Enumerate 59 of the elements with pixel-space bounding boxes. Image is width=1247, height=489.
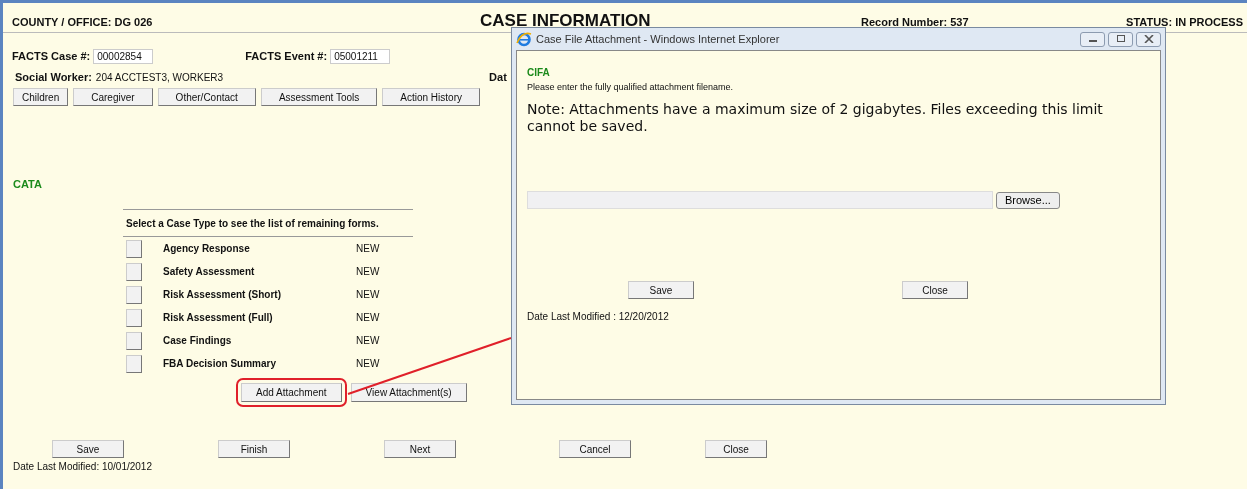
form-name: Risk Assessment (Short)	[163, 289, 282, 300]
form-name: FBA Decision Summary	[163, 358, 277, 369]
dialog-button[interactable]: Save	[628, 281, 694, 299]
form-status: NEW	[356, 335, 380, 346]
form-name: Agency Response	[163, 243, 251, 254]
nav-button[interactable]: Action History	[382, 88, 480, 106]
social-worker-name: 204 ACCTEST3, WORKER3	[95, 71, 224, 83]
select-button[interactable]	[126, 262, 142, 281]
field-label: Social Worker:	[15, 71, 92, 83]
field-label: Dat	[489, 71, 507, 83]
attachment-button[interactable]: View Attachment(s)	[350, 383, 467, 402]
date-modified: Date Last Modified : 12/20/2012	[527, 310, 670, 322]
select-button[interactable]	[126, 239, 142, 258]
note-text: Note: Attachments have a maximum size of 2 gigabytes. Files exceeding this limit cannot be saved.	[527, 100, 1104, 135]
action-button[interactable]: Next	[384, 440, 456, 458]
browse-button[interactable]: Browse...	[996, 191, 1060, 209]
nav-button[interactable]: Children	[13, 88, 69, 106]
date-modified: Date Last Modified: 10/01/2012	[12, 460, 153, 472]
nav-button[interactable]: Assessment Tools	[260, 88, 378, 106]
instruction-text: Please enter the fully qualified attachment filename.	[527, 81, 735, 92]
action-button[interactable]: Finish	[218, 440, 290, 458]
instructions-text: Select a Case Type to see the list of remaining forms.	[123, 210, 413, 237]
action-button[interactable]: Close	[705, 440, 767, 458]
field-label: FACTS Case #:	[12, 50, 91, 62]
section-label: CATA	[13, 178, 42, 190]
form-name: Safety Assessment	[163, 266, 256, 277]
record-number: Record Number: 537	[861, 16, 970, 28]
form-status: NEW	[356, 289, 380, 300]
action-button[interactable]: Save	[52, 440, 124, 458]
window-title: Case File Attachment - Windows Internet Explorer	[536, 33, 780, 45]
minimize-button[interactable]	[1080, 31, 1105, 47]
action-button[interactable]: Cancel	[559, 440, 631, 458]
form-name: Risk Assessment (Full)	[163, 312, 274, 323]
attachment-button[interactable]: Add Attachment	[241, 383, 342, 402]
form-status: NEW	[356, 243, 380, 254]
section-label: CIFA	[527, 66, 551, 78]
close-button[interactable]	[1136, 31, 1161, 47]
input-field[interactable]: 00002854	[93, 48, 154, 64]
form-name: Case Findings	[163, 335, 233, 346]
field-label: FACTS Event #:	[245, 50, 328, 62]
close-icon	[1143, 35, 1154, 43]
maximize-button[interactable]	[1108, 31, 1133, 47]
dialog-button[interactable]: Close	[902, 281, 968, 299]
file-path-field[interactable]	[527, 191, 993, 209]
county-office: COUNTY / OFFICE: DG 026	[12, 16, 154, 28]
select-button[interactable]	[126, 354, 142, 373]
status-label: STATUS: IN PROCESS	[1126, 16, 1243, 28]
select-button[interactable]	[126, 331, 142, 350]
nav-button[interactable]: Other/Contact	[157, 88, 256, 106]
select-button[interactable]	[126, 308, 142, 327]
select-button[interactable]	[126, 285, 142, 304]
nav-button[interactable]: Caregiver	[73, 88, 153, 106]
input-field[interactable]: 05001211	[330, 48, 391, 64]
form-status: NEW	[356, 312, 380, 323]
form-status: NEW	[356, 266, 380, 277]
page-title: CASE INFORMATION	[480, 11, 652, 31]
maximize-icon	[1115, 35, 1126, 43]
form-status: NEW	[356, 358, 380, 369]
browser-logo-icon	[516, 31, 532, 47]
